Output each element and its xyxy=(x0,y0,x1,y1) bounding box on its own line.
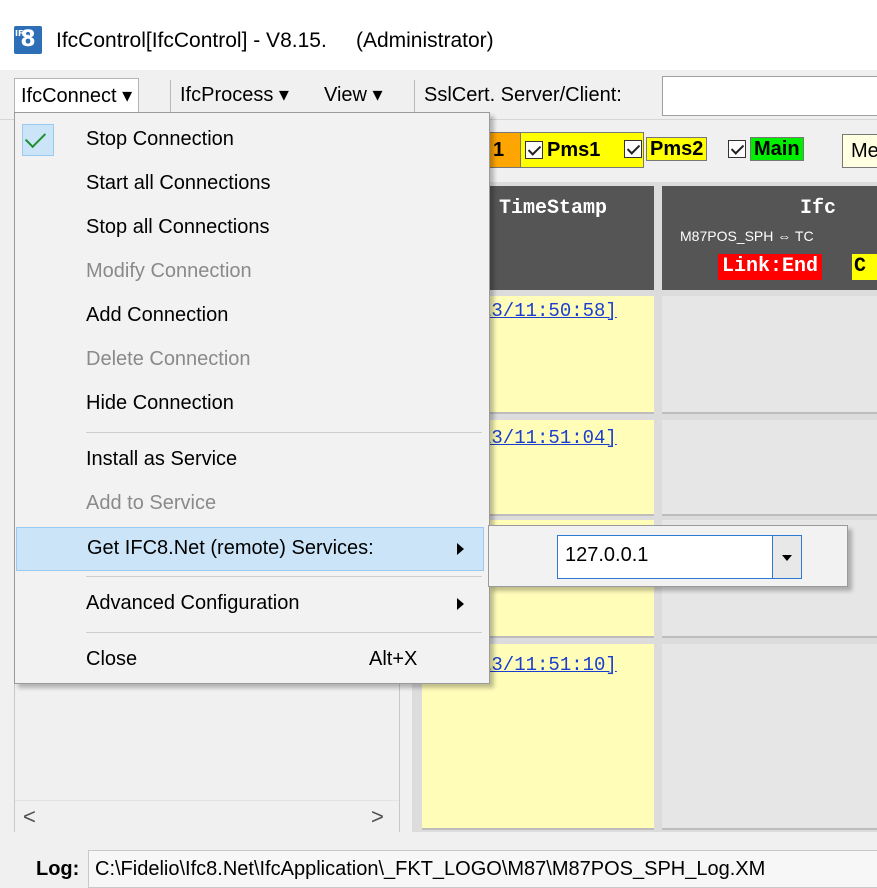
link-end-badge: Link:End xyxy=(718,254,823,280)
horizontal-scrollbar[interactable]: < > xyxy=(15,800,399,832)
message-box: Me xyxy=(842,134,877,168)
log-path-field[interactable]: C:\Fidelio\Ifc8.Net\IfcApplication\_FKT_… xyxy=(88,850,877,888)
menu-add-to-service: Add to Service xyxy=(86,492,217,514)
window-title: IfcControl[IfcControl] - V8.15. (Adminis… xyxy=(56,29,494,52)
scroll-left-icon[interactable]: < xyxy=(23,801,36,833)
menu-divider xyxy=(86,632,482,633)
menu-separator xyxy=(170,80,171,112)
ifc-cell[interactable] xyxy=(662,420,877,516)
menu-close[interactable]: Close Alt+X xyxy=(15,638,489,682)
menu-divider xyxy=(86,576,482,577)
menu-start-all-connections[interactable]: Start all Connections xyxy=(15,162,489,206)
menu-stop-all-connections[interactable]: Stop all Connections xyxy=(15,206,489,250)
menu-ifcprocess[interactable]: IfcProcess ▾ xyxy=(174,78,295,112)
log-label: Log: xyxy=(36,858,80,880)
menu-delete-connection: Delete Connection xyxy=(86,348,251,370)
close-shortcut: Alt+X xyxy=(369,648,418,670)
sslcert-label: SslCert. Server/Client: xyxy=(424,84,622,106)
remote-host-value: 127.0.0.1 xyxy=(565,544,649,566)
menu-divider xyxy=(86,432,482,433)
chevron-down-icon xyxy=(782,555,792,561)
submenu-arrow-icon xyxy=(457,543,464,555)
timestamp-link[interactable]: 13/11:51:10] xyxy=(480,654,617,676)
app-logo-icon: IFC 8 xyxy=(14,26,42,54)
checkbox-icon[interactable] xyxy=(525,141,543,159)
timestamp-link[interactable]: 13/11:51:04] xyxy=(480,427,617,449)
menu-hide-connection[interactable]: Hide Connection xyxy=(15,382,489,426)
ifc-cell[interactable] xyxy=(662,296,877,414)
menu-view[interactable]: View ▾ xyxy=(318,78,389,112)
sslcert-server-input[interactable] xyxy=(662,76,877,116)
ifc-cell[interactable] xyxy=(662,644,877,830)
menu-get-remote-services[interactable]: Get IFC8.Net (remote) Services: xyxy=(16,527,484,571)
submenu-arrow-icon xyxy=(457,598,464,610)
ifc-header-sublabel: M87POS_SPH ⇔ TC xyxy=(680,228,814,244)
checkbox-icon[interactable] xyxy=(728,140,746,158)
menu-stop-connection[interactable]: Stop Connection xyxy=(15,118,489,162)
checkbox-icon[interactable] xyxy=(624,140,642,158)
menu-advanced-configuration[interactable]: Advanced Configuration xyxy=(15,582,489,626)
timestamp-link[interactable]: 13/11:50:58] xyxy=(480,300,617,322)
link-status-badge: C xyxy=(852,254,877,280)
menu-add-connection[interactable]: Add Connection xyxy=(15,294,489,338)
menu-separator xyxy=(414,80,415,112)
check-main[interactable]: Main xyxy=(724,132,826,168)
menu-modify-connection: Modify Connection xyxy=(86,260,252,282)
ifc-header-label: Ifc xyxy=(800,197,837,220)
scroll-right-icon[interactable]: > xyxy=(371,801,384,833)
menu-install-as-service[interactable]: Install as Service xyxy=(15,438,489,482)
menu-ifcconnect[interactable]: IfcConnect ▾ xyxy=(14,78,140,112)
